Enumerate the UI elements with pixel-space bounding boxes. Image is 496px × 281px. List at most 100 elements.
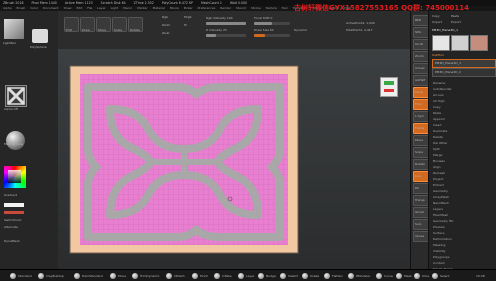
draw-button[interactable]: Draw [80,17,95,32]
dynamesh-label[interactable]: DynaMesh [4,239,20,243]
brush-zmodeler-icon[interactable] [348,273,354,279]
xpose-button[interactable]: Xpose [413,231,429,242]
list-item[interactable]: Masking [433,243,445,247]
brush-label[interactable]: DamStandard [82,274,103,278]
scroll-button[interactable]: Scroll [413,39,429,50]
brush-trimdynamic-icon[interactable] [132,273,138,279]
list-item[interactable]: ArrayMesh [433,195,449,199]
brush-inflate-icon[interactable] [214,273,220,279]
switch-color-label[interactable]: SwitchColor [4,218,22,222]
list-item[interactable]: Remesh [433,171,445,175]
scale-button[interactable]: Scale [112,17,127,32]
ghost-button[interactable]: Ghost [413,207,429,218]
subtool-header[interactable]: SubTool [432,53,444,57]
list-item[interactable]: All Low [433,93,444,97]
paste-button[interactable]: Paste [451,14,459,18]
list-item[interactable]: Merge [433,153,442,157]
export-button[interactable]: Export [451,20,461,24]
list-item[interactable]: Layers [433,207,443,211]
brush-label[interactable]: TrimDynamic [140,274,160,278]
brush-curve-icon[interactable] [376,273,382,279]
bpr-button[interactable]: BPR [413,15,429,26]
actual-button[interactable]: Actual [413,63,429,74]
rgb-toggle[interactable]: Rgb [162,15,168,19]
draw-size-slider[interactable] [254,34,290,37]
list-item[interactable]: Append [433,117,445,121]
list-item[interactable]: Split [433,147,440,151]
brush-select-icon[interactable] [432,273,438,279]
navigation-cube-icon[interactable] [380,77,398,97]
list-item[interactable]: Surface [433,231,444,235]
brush-label[interactable]: Curve [384,274,393,278]
polysphere-icon[interactable] [32,29,48,43]
brush-label[interactable]: Inflate [222,274,232,278]
brush-slice-icon[interactable] [414,273,420,279]
line-button[interactable]: Line [413,171,429,182]
rotate-button[interactable]: Rotate [128,17,143,32]
frame-button[interactable]: Frame [413,123,429,134]
list-item[interactable]: Rename [433,81,445,85]
brush-snake-icon[interactable] [302,273,308,279]
rgb-intensity-slider[interactable] [206,22,246,25]
brush-hpolish-icon[interactable] [166,273,172,279]
list-item[interactable]: AutoReorder [433,87,452,91]
gradient-label[interactable]: Gradient [4,193,17,197]
tool-thumbnail-3[interactable] [470,35,488,51]
brush-label[interactable]: Mask [404,274,412,278]
brush-label[interactable]: ClayBuildup [46,274,64,278]
lsym-button[interactable]: L.Sym [413,111,429,122]
subtool-row[interactable]: PM3D_Plane3D_2 [432,68,496,77]
m-toggle[interactable]: M [184,23,187,27]
list-item[interactable]: Contact [433,261,445,265]
brush-damstandard-icon[interactable] [74,273,80,279]
zsub-toggle[interactable]: Zsub [162,31,169,35]
dynamic-toggle[interactable]: Dynamic [294,28,307,32]
lightbox-label[interactable]: LightBox [3,41,16,45]
move-view-button[interactable]: Move [413,135,429,146]
subtool-row-active[interactable]: PM3D_Plane3D_1 [432,59,496,68]
brush-label[interactable]: Flatten [332,274,343,278]
mrgb-toggle[interactable]: Mrgb [184,15,192,19]
list-item[interactable]: Del Other [433,141,447,145]
list-item[interactable]: Paste [433,111,441,115]
brush-label[interactable]: Slice [422,274,429,278]
rotate-view-button[interactable]: Rotate [413,159,429,170]
fill-button[interactable]: Fill [413,183,429,194]
brush-pinch-icon[interactable] [192,273,198,279]
list-item[interactable]: Copy [433,105,441,109]
import-button[interactable]: Import [432,20,442,24]
list-item[interactable]: Duplicate [433,129,447,133]
list-item[interactable]: Visibility [433,249,446,253]
tool-thumbnail-2[interactable] [451,35,469,51]
floor-button[interactable]: Floor [413,99,429,110]
secondary-color-swatch[interactable] [4,211,24,214]
brush-label[interactable]: Pinch [200,274,208,278]
material-sphere-icon[interactable] [6,131,25,150]
brush-label[interactable]: Select [440,274,449,278]
brush-flatten-icon[interactable] [324,273,330,279]
brush-label[interactable]: hPolish [174,274,185,278]
z-intensity-slider[interactable] [206,34,246,37]
model-plate[interactable] [58,49,410,269]
edit-button[interactable]: Edit [64,17,79,32]
main-color-swatch[interactable] [4,203,24,207]
brush-claybuildup-icon[interactable] [38,273,44,279]
list-item[interactable]: Project [433,177,443,181]
list-item[interactable]: Align [433,165,441,169]
brush-label[interactable]: Standard [18,274,32,278]
list-item[interactable]: All High [433,99,445,103]
brush-layer-icon[interactable] [238,273,244,279]
canvas-viewport[interactable] [58,49,410,269]
list-item[interactable]: Extract [433,183,444,187]
aahalf-button[interactable]: AAHalf [413,75,429,86]
list-item[interactable]: Preview [433,225,445,229]
solo-button[interactable]: Solo [413,219,429,230]
brush-mask-icon[interactable] [396,273,402,279]
list-item[interactable]: Insert [433,123,442,127]
transp-button[interactable]: Transp [413,195,429,206]
list-item[interactable]: Geometry HD [433,219,453,223]
brush-move-icon[interactable] [110,273,116,279]
list-item[interactable]: Geometry [433,189,448,193]
zadd-toggle[interactable]: Zadd [162,23,170,27]
brush-slash3-icon[interactable] [280,273,286,279]
